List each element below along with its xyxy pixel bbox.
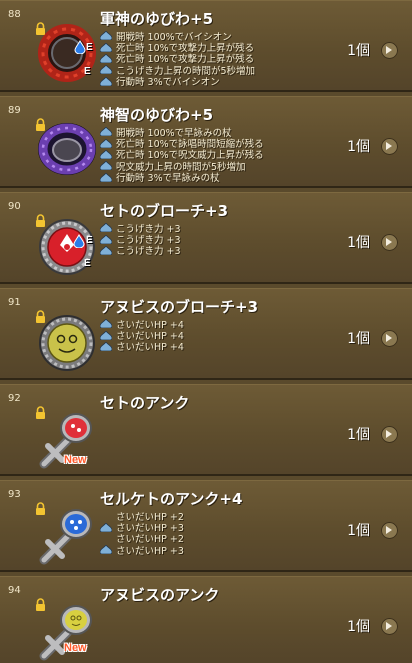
item-details: こうげき力 +3 こうげき力 +3 こうげき力 +3 (100, 222, 181, 257)
list-item[interactable]: 92 New セトのアンク 1個 (0, 384, 412, 476)
water-drop-icon (74, 40, 86, 54)
item-quantity: 1個 (347, 43, 370, 59)
slime-bullet-icon (100, 138, 112, 148)
slime-bullet-icon (100, 245, 112, 255)
detail-line: さいだいHP +4 (100, 341, 184, 353)
item-details: 開戦時 100%で早詠みの杖 死亡時 10%で詠唱時間短縮が残る 死亡時 10%… (100, 126, 264, 184)
list-item[interactable]: 88 E E 軍神のゆびわ+5 開戦時 100%でバイシオン 死亡時 10%で攻… (0, 0, 412, 92)
detail-line: 行動時 3%でバイシオン (100, 76, 255, 88)
equip-badge: E (84, 258, 91, 269)
new-badge: New (64, 642, 87, 654)
item-number: 94 (8, 585, 21, 596)
item-quantity: 1個 (347, 619, 370, 635)
item-number: 89 (8, 105, 21, 116)
water-drop-icon (73, 234, 85, 248)
item-name: 神智のゆびわ+5 (100, 106, 214, 124)
chevron-right-icon[interactable] (381, 234, 398, 251)
chevron-right-icon[interactable] (381, 330, 398, 347)
detail-line: さいだいHP +3 (100, 544, 184, 557)
equip-badge: E (86, 235, 93, 246)
item-number: 88 (8, 9, 21, 20)
chevron-right-icon[interactable] (381, 42, 398, 59)
slime-bullet-icon (100, 172, 112, 182)
lock-icon (36, 214, 45, 227)
item-number: 93 (8, 489, 21, 500)
item-number: 91 (8, 297, 21, 308)
new-badge: New (64, 454, 87, 466)
detail-line: 行動時 3%で早詠みの杖 (100, 172, 264, 184)
lock-icon (36, 22, 45, 35)
list-item[interactable]: 91 アヌビスのブローチ+3 さいだいHP +4 さいだいHP +4 さいだいH… (0, 288, 412, 380)
slime-bullet-icon (100, 319, 112, 329)
item-details: さいだいHP +4 さいだいHP +4 さいだいHP +4 (100, 318, 184, 353)
item-number: 92 (8, 393, 21, 404)
item-name: アヌビスのブローチ+3 (100, 298, 259, 316)
chevron-right-icon[interactable] (381, 138, 398, 155)
slime-bullet-icon (100, 341, 112, 351)
slime-bullet-icon (100, 330, 112, 340)
item-name: セトのブローチ+3 (100, 202, 229, 220)
item-name: アヌビスのアンク (100, 586, 220, 604)
slime-bullet-icon (100, 223, 112, 233)
item-number: 90 (8, 201, 21, 212)
item-name: セトのアンク (100, 394, 190, 412)
item-quantity: 1個 (347, 235, 370, 251)
item-details: 開戦時 100%でバイシオン 死亡時 10%で攻撃力上昇が残る 死亡時 10%で… (100, 30, 255, 88)
list-item[interactable]: 90 E E セトのブローチ+3 こうげき力 +3 こうげき力 +3 こうげき力… (0, 192, 412, 284)
accessory-list: 88 E E 軍神のゆびわ+5 開戦時 100%でバイシオン 死亡時 10%で攻… (0, 0, 412, 663)
equip-badge: E (86, 42, 93, 53)
slime-bullet-icon (100, 42, 112, 52)
item-name: セルケトのアンク+4 (100, 490, 243, 508)
list-item[interactable]: 89 神智のゆびわ+5 開戦時 100%で早詠みの杖 死亡時 10%で詠唱時間短… (0, 96, 412, 188)
detail-line: こうげき力 +3 (100, 245, 181, 257)
slime-bullet-icon (100, 545, 112, 555)
item-name: 軍神のゆびわ+5 (100, 10, 214, 28)
slime-bullet-icon (100, 53, 112, 63)
slime-bullet-icon (100, 127, 112, 137)
slime-bullet-icon (100, 522, 112, 532)
lock-icon (36, 598, 45, 611)
item-details: さいだいHP +2 さいだいHP +3 さいだいHP +2 さいだいHP +3 (100, 510, 184, 557)
slime-bullet-icon (100, 31, 112, 41)
item-quantity: 1個 (347, 427, 370, 443)
slime-bullet-icon (100, 234, 112, 244)
item-quantity: 1個 (347, 139, 370, 155)
lock-icon (36, 406, 45, 419)
lock-icon (36, 118, 45, 131)
slime-bullet-icon (100, 76, 112, 86)
list-item[interactable]: 93 セルケトのアンク+4 さいだいHP +2 さいだいHP +3 さいだいHP… (0, 480, 412, 572)
slime-bullet-icon (100, 65, 112, 75)
slime-bullet-icon (100, 149, 112, 159)
item-quantity: 1個 (347, 523, 370, 539)
equip-badge: E (84, 66, 91, 77)
slime-bullet-icon (100, 161, 112, 171)
chevron-right-icon[interactable] (381, 426, 398, 443)
item-quantity: 1個 (347, 331, 370, 347)
lock-icon (36, 310, 45, 323)
list-item[interactable]: 94 New アヌビスのアンク 1個 (0, 576, 412, 663)
chevron-right-icon[interactable] (381, 522, 398, 539)
lock-icon (36, 502, 45, 515)
chevron-right-icon[interactable] (381, 618, 398, 635)
